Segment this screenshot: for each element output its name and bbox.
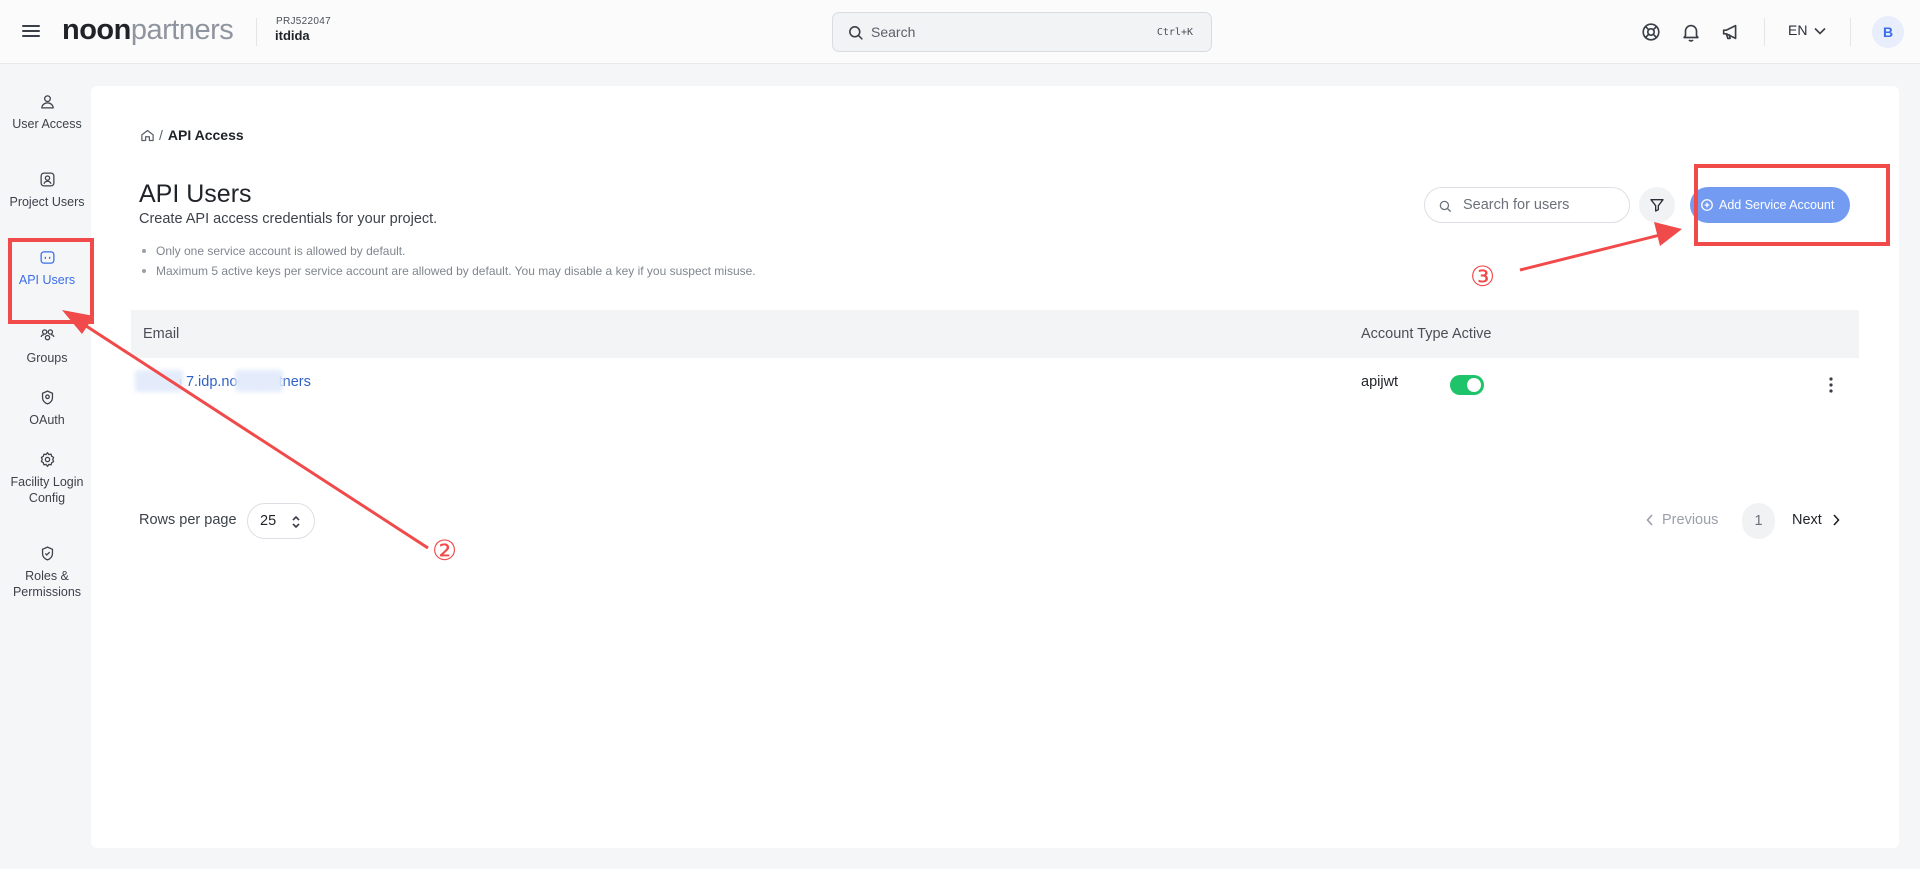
breadcrumb-current: API Access <box>167 127 244 143</box>
user-search-input[interactable]: Search for users <box>1424 187 1630 223</box>
hamburger-menu-icon[interactable] <box>20 22 42 40</box>
previous-page-button[interactable]: Previous <box>1646 512 1718 528</box>
facility-gear-icon <box>40 451 54 468</box>
redaction-blur <box>135 370 183 392</box>
highlight-box-api-users <box>8 238 94 324</box>
column-header-email: Email <box>143 326 180 342</box>
home-icon[interactable] <box>140 128 155 143</box>
note-item: Only one service account is allowed by d… <box>139 241 756 261</box>
rows-per-page-label: Rows per page <box>139 512 237 528</box>
chevron-down-icon <box>1814 27 1826 35</box>
column-header-account-type: Account Type <box>1361 326 1449 342</box>
breadcrumb-separator: / <box>159 127 163 143</box>
language-label: EN <box>1788 22 1808 38</box>
rows-per-page-select[interactable]: 25 <box>247 503 315 539</box>
sidebar-item-groups[interactable]: Groups <box>6 327 88 366</box>
chevron-right-icon <box>1833 514 1840 526</box>
sidebar-item-user-access[interactable]: User Access <box>6 93 88 132</box>
help-lifebuoy-icon[interactable] <box>1640 21 1662 43</box>
column-header-active: Active <box>1452 326 1492 342</box>
main-content-card: / API Access API Users Create API access… <box>91 86 1899 848</box>
chevron-up-down-icon <box>292 515 300 529</box>
table-header: Email Account Type Active <box>131 310 1859 358</box>
user-icon <box>40 95 54 109</box>
logo-light-text: partners <box>130 14 234 46</box>
sidebar-item-project-users[interactable]: Project Users <box>6 171 88 210</box>
sidebar-item-label: OAuth <box>29 413 65 427</box>
next-label: Next <box>1792 512 1822 528</box>
header-divider-right <box>1764 18 1765 46</box>
sidebar-item-oauth[interactable]: OAuth <box>6 389 88 428</box>
megaphone-icon[interactable] <box>1720 21 1742 43</box>
page-title: API Users <box>139 180 252 208</box>
header-divider <box>256 18 257 46</box>
global-search-input[interactable]: Search Ctrl+K <box>832 12 1212 52</box>
bell-icon[interactable] <box>1680 21 1702 43</box>
sidebar-item-label: Facility Login Config <box>10 475 84 505</box>
page-number-button[interactable]: 1 <box>1742 503 1775 539</box>
project-user-icon <box>39 172 55 187</box>
active-toggle[interactable] <box>1450 375 1484 395</box>
rows-per-page-value: 25 <box>260 513 277 529</box>
project-name[interactable]: itdida <box>275 28 310 43</box>
groups-icon <box>40 329 54 341</box>
user-search-placeholder: Search for users <box>1463 197 1570 213</box>
breadcrumb: / API Access <box>140 127 244 143</box>
top-bar: noonpartners PRJ522047 itdida Search Ctr… <box>0 0 1920 64</box>
more-actions-icon[interactable] <box>1823 374 1839 396</box>
next-page-button[interactable]: Next <box>1792 512 1840 528</box>
sidebar-item-facility-login-config[interactable]: Facility Login Config <box>6 451 88 506</box>
note-item: Maximum 5 active keys per service accoun… <box>139 261 756 281</box>
info-notes: Only one service account is allowed by d… <box>139 241 756 281</box>
previous-label: Previous <box>1662 512 1719 528</box>
user-avatar[interactable]: B <box>1872 16 1904 48</box>
noon-partners-logo[interactable]: noonpartners <box>62 13 234 47</box>
table-row: 01@p 7.idp.noon.partners apijwt <box>131 358 1859 410</box>
filter-icon <box>1650 199 1664 212</box>
step-3-marker: ③ <box>1470 261 1496 292</box>
step-2-marker: ② <box>432 535 458 566</box>
search-placeholder: Search <box>871 24 916 40</box>
sidebar: User Access Project Users API Users Grou… <box>0 65 92 869</box>
project-code: PRJ522047 <box>276 16 331 27</box>
search-icon <box>1439 200 1451 212</box>
language-selector[interactable]: EN <box>1788 22 1826 38</box>
search-icon <box>849 26 863 40</box>
highlight-box-add-service-account <box>1694 164 1890 246</box>
shield-check-icon <box>41 546 53 561</box>
sidebar-item-roles-permissions[interactable]: Roles & Permissions <box>6 545 88 600</box>
filter-button[interactable] <box>1639 187 1675 223</box>
account-type-cell: apijwt <box>1361 374 1399 390</box>
page-subtitle: Create API access credentials for your p… <box>139 211 438 227</box>
sidebar-item-label: Project Users <box>9 195 85 209</box>
search-shortcut-hint: Ctrl+K <box>1156 27 1193 38</box>
sidebar-item-label: Groups <box>26 351 68 365</box>
sidebar-item-label: User Access <box>12 117 82 131</box>
redaction-blur <box>235 370 283 392</box>
logo-bold-text: noon <box>62 14 131 46</box>
oauth-icon <box>41 390 53 405</box>
sidebar-item-label: Roles & Permissions <box>12 569 82 599</box>
header-divider-avatar <box>1850 18 1851 46</box>
chevron-left-icon <box>1646 514 1653 526</box>
